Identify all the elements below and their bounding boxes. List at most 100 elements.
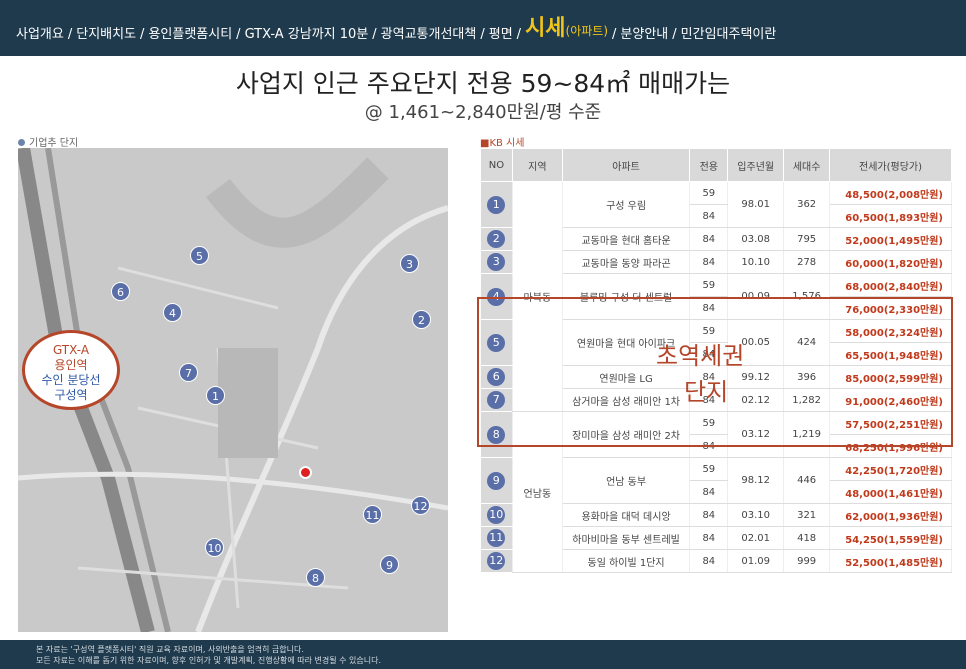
map-pin-6[interactable]: 6	[111, 282, 130, 301]
cell-move-in: 98.12	[727, 457, 785, 504]
row-number-badge: 12	[487, 552, 506, 570]
cell-size: 59	[689, 273, 729, 297]
cell-move-in: 02.12	[727, 388, 785, 412]
row-number-badge: 9	[487, 471, 506, 490]
cell-move-in: 03.08	[727, 227, 785, 251]
col-region: 지역	[511, 148, 563, 182]
row-number-badge: 3	[487, 253, 506, 271]
map-pin-2[interactable]: 2	[412, 310, 431, 329]
cell-move-in: 03.10	[727, 503, 785, 527]
cell-units: 1,576	[783, 273, 831, 320]
cell-price: 58,000(2,324만원)	[829, 319, 952, 343]
row-number-badge: 2	[487, 230, 506, 248]
cell-units: 418	[783, 526, 831, 550]
cell-move-in: 03.12	[727, 411, 785, 458]
cell-no: 6	[480, 365, 513, 389]
nav-item-platform-city[interactable]: 용인플랫폼시티	[148, 23, 232, 42]
cell-no: 5	[480, 319, 513, 366]
cell-price: 62,000(1,936만원)	[829, 503, 952, 527]
nav-item-floorplan[interactable]: 평면	[489, 23, 513, 42]
cell-size: 84	[689, 526, 729, 550]
top-nav-bar: 사업개요 / 단지배치도 / 용인플랫폼시티 / GTX-A 강남까지 10분 …	[0, 0, 966, 56]
cell-price: 65,500(1,948만원)	[829, 342, 952, 366]
cell-units: 278	[783, 250, 831, 274]
cell-units: 446	[783, 457, 831, 504]
map-caption: 기업추 단지	[18, 134, 78, 149]
cell-size: 84	[689, 250, 729, 274]
gtx-station-callout: GTX-A 용인역 수인 분당선 구성역	[22, 330, 120, 410]
cell-apartment: 교동마을 현대 홈타운	[562, 227, 691, 251]
cell-no: 10	[480, 503, 513, 527]
table-row: 1 마북동 구성 우림 59 98.01 362 48,500(2,008만원)	[480, 181, 952, 412]
nav-item-price[interactable]: 시세(아파트)	[525, 18, 608, 42]
map-pin-1[interactable]: 1	[206, 386, 225, 405]
map-pin-8[interactable]: 8	[306, 568, 325, 587]
cell-apartment: 하마비마을 동부 센트레빌	[562, 526, 691, 550]
cell-move-in: 02.01	[727, 526, 785, 550]
col-size: 전용	[689, 148, 729, 182]
cell-price: 52,000(1,495만원)	[829, 227, 952, 251]
cell-price: 48,500(2,008만원)	[829, 181, 952, 205]
table-row: 8 언남동 장미마을 삼성 래미안 2차 59 03.12 1,219 57,500(2,2…	[480, 411, 952, 573]
nav-item-sale-info[interactable]: 분양안내	[620, 23, 668, 42]
row-number-badge: 1	[487, 195, 506, 214]
cell-price: 85,000(2,599만원)	[829, 365, 952, 389]
cell-price: 60,000(1,820만원)	[829, 250, 952, 274]
cell-size: 84	[689, 296, 729, 320]
cell-units: 362	[783, 181, 831, 228]
row-number-badge: 11	[487, 529, 506, 547]
cell-price: 91,000(2,460만원)	[829, 388, 952, 412]
cell-price: 68,250(1,996만원)	[829, 434, 952, 458]
dot-icon	[18, 139, 25, 146]
row-number-badge: 10	[487, 506, 506, 524]
map-pin-11[interactable]: 11	[363, 505, 382, 524]
page-title: 사업지 인근 주요단지 전용 59~84㎡ 매매가는	[235, 69, 731, 98]
map-pin-10[interactable]: 10	[205, 538, 224, 557]
map-pin-3[interactable]: 3	[400, 254, 419, 273]
page-subtitle: @ 1,461~2,840만원/평 수준	[364, 102, 602, 123]
row-number-badge: 8	[487, 425, 506, 444]
col-price: 전세가(평당가)	[829, 148, 952, 182]
cell-apartment: 블루밍 구성 더 센트럴	[562, 273, 691, 320]
nav-item-rental[interactable]: 민간임대주택이란	[681, 23, 777, 42]
cell-move-in: 98.01	[727, 181, 785, 228]
cell-apartment: 언남 동부	[562, 457, 691, 504]
cell-units: 999	[783, 549, 831, 573]
map-pin-12[interactable]: 12	[411, 496, 430, 515]
cell-apartment: 삼거마을 삼성 래미안 1차	[562, 388, 691, 412]
cell-price: 76,000(2,330만원)	[829, 296, 952, 320]
cell-region: 언남동	[512, 411, 563, 573]
cell-no: 7	[480, 388, 513, 412]
cell-no: 8	[480, 411, 513, 458]
cell-units: 1,282	[783, 388, 831, 412]
col-units: 세대수	[783, 148, 831, 182]
location-map[interactable]: 1 2 3 4 5 6 7 8 9 10 11 12 GTX-A 용인역 수인 …	[18, 148, 448, 632]
cell-apartment: 교동마을 동양 파라곤	[562, 250, 691, 274]
map-pin-4[interactable]: 4	[163, 303, 182, 322]
map-pin-9[interactable]: 9	[380, 555, 399, 574]
map-pin-5[interactable]: 5	[190, 246, 209, 265]
cell-size: 59	[689, 411, 729, 435]
cell-move-in: 00.09	[727, 273, 785, 320]
cell-no: 3	[480, 250, 513, 274]
cell-no: 2	[480, 227, 513, 251]
kb-price-caption: ■KB 시세	[480, 138, 525, 149]
row-number-badge: 5	[487, 333, 506, 352]
cell-units: 396	[783, 365, 831, 389]
cell-size: 84	[689, 503, 729, 527]
col-no: NO	[480, 148, 513, 182]
map-pin-7[interactable]: 7	[179, 363, 198, 382]
cell-units: 424	[783, 319, 831, 366]
nav-item-transport[interactable]: 광역교통개선대책	[381, 23, 477, 42]
cell-no: 9	[480, 457, 513, 504]
cell-price: 42,250(1,720만원)	[829, 457, 952, 481]
cell-no: 1	[480, 181, 513, 228]
cell-price: 68,000(2,840만원)	[829, 273, 952, 297]
nav-item-layout[interactable]: 단지배치도	[76, 23, 136, 42]
footer-disclaimer: 본 자료는 '구성역 플랫폼시티' 직원 교육 자료이며, 사외반출을 엄격히 …	[0, 640, 966, 669]
nav-item-gtx[interactable]: GTX-A 강남까지 10분	[245, 23, 369, 42]
row-number-badge: 6	[487, 368, 506, 386]
cell-no: 12	[480, 549, 513, 573]
nav-item-overview[interactable]: 사업개요	[16, 23, 64, 42]
cell-size: 84	[689, 549, 729, 573]
